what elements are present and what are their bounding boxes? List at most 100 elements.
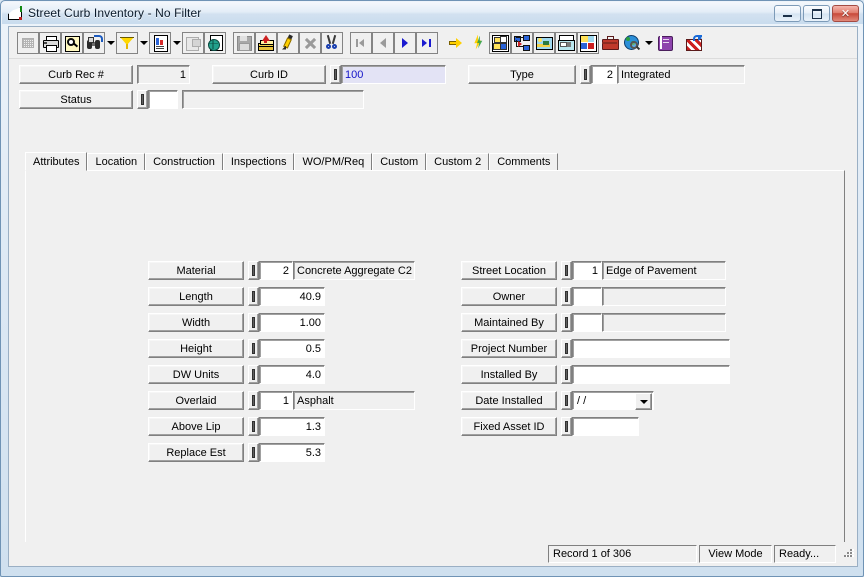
fixed-asset-id-lookup-button[interactable] <box>561 417 572 436</box>
status-lookup-button[interactable] <box>137 90 148 109</box>
web-search-button[interactable] <box>621 31 643 54</box>
cut-button[interactable] <box>321 31 343 54</box>
curb-id-lookup-button[interactable] <box>330 65 341 84</box>
web-search-dropdown-arrow[interactable] <box>643 32 654 54</box>
quick-action-button[interactable] <box>467 31 489 54</box>
street-location-label[interactable]: Street Location <box>461 261 557 280</box>
above-lip-label[interactable]: Above Lip <box>148 417 244 436</box>
map-button[interactable] <box>489 31 511 54</box>
properties-button[interactable] <box>182 31 204 54</box>
length-label[interactable]: Length <box>148 287 244 306</box>
filter-dropdown-arrow[interactable] <box>138 32 149 54</box>
project-number-label[interactable]: Project Number <box>461 339 557 358</box>
tab-construction[interactable]: Construction <box>145 153 223 171</box>
date-installed-label[interactable]: Date Installed <box>461 391 557 410</box>
installed-by-lookup-button[interactable] <box>561 365 572 384</box>
close-button[interactable]: ✕ <box>832 5 859 22</box>
width-lookup-button[interactable] <box>248 313 259 332</box>
image-button[interactable] <box>533 31 555 54</box>
width-label[interactable]: Width <box>148 313 244 332</box>
filter-button[interactable] <box>116 31 138 54</box>
briefcase-button[interactable] <box>599 31 621 54</box>
report-button[interactable] <box>149 31 171 54</box>
fax-button[interactable] <box>555 31 577 54</box>
curb-id-label[interactable]: Curb ID <box>212 65 326 84</box>
report-dropdown-arrow[interactable] <box>171 32 182 54</box>
find-button[interactable] <box>83 31 105 54</box>
material-code[interactable]: 2 <box>259 261 293 280</box>
fixed-asset-id-input[interactable] <box>572 417 639 436</box>
status-code[interactable] <box>148 90 178 109</box>
gallery-button[interactable] <box>577 31 599 54</box>
delete-record-button[interactable] <box>299 31 321 54</box>
previous-record-button[interactable] <box>372 31 394 54</box>
curb-rec-label[interactable]: Curb Rec # <box>19 65 133 84</box>
last-record-button[interactable] <box>416 31 438 54</box>
project-number-lookup-button[interactable] <box>561 339 572 358</box>
save-button[interactable] <box>233 31 255 54</box>
dw-units-input[interactable]: 4.0 <box>259 365 325 384</box>
material-label[interactable]: Material <box>148 261 244 280</box>
overlaid-label[interactable]: Overlaid <box>148 391 244 410</box>
length-input[interactable]: 40.9 <box>259 287 325 306</box>
replace-est-lookup-button[interactable] <box>248 443 259 462</box>
tab-wo-pm-req[interactable]: WO/PM/Req <box>294 153 373 171</box>
resize-grip-icon[interactable] <box>839 546 855 562</box>
width-input[interactable]: 1.00 <box>259 313 325 332</box>
installed-by-input[interactable] <box>572 365 730 384</box>
goto-button[interactable] <box>445 31 467 54</box>
overlaid-lookup-button[interactable] <box>248 391 259 410</box>
type-label[interactable]: Type <box>468 65 576 84</box>
owner-label[interactable]: Owner <box>461 287 557 306</box>
tree-view-button[interactable] <box>511 31 533 54</box>
length-lookup-button[interactable] <box>248 287 259 306</box>
height-lookup-button[interactable] <box>248 339 259 358</box>
installed-by-label[interactable]: Installed By <box>461 365 557 384</box>
date-installed-combo[interactable]: / / <box>572 391 654 410</box>
maximize-button[interactable] <box>803 5 830 22</box>
overlaid-code[interactable]: 1 <box>259 391 293 410</box>
height-input[interactable]: 0.5 <box>259 339 325 358</box>
tab-comments[interactable]: Comments <box>489 153 559 171</box>
exit-button[interactable] <box>683 31 705 54</box>
maintained-by-lookup-button[interactable] <box>561 313 572 332</box>
owner-lookup-button[interactable] <box>561 287 572 306</box>
dw-units-lookup-button[interactable] <box>248 365 259 384</box>
export-button[interactable] <box>204 31 226 54</box>
type-code[interactable]: 2 <box>591 65 617 84</box>
tab-attributes[interactable]: Attributes <box>25 152 88 171</box>
project-number-input[interactable] <box>572 339 730 358</box>
height-label[interactable]: Height <box>148 339 244 358</box>
minimize-button[interactable] <box>774 5 801 22</box>
street-location-lookup-button[interactable] <box>561 261 572 280</box>
grid-view-button[interactable] <box>17 31 39 54</box>
first-record-button[interactable] <box>350 31 372 54</box>
chevron-down-icon[interactable] <box>635 393 652 410</box>
above-lip-lookup-button[interactable] <box>248 417 259 436</box>
tab-location[interactable]: Location <box>87 153 146 171</box>
type-lookup-button[interactable] <box>580 65 591 84</box>
maintained-by-label[interactable]: Maintained By <box>461 313 557 332</box>
tab-custom-2[interactable]: Custom 2 <box>426 153 490 171</box>
edit-record-button[interactable] <box>277 31 299 54</box>
curb-id-input[interactable]: 100 <box>341 65 446 84</box>
next-record-button[interactable] <box>394 31 416 54</box>
help-book-button[interactable] <box>654 31 676 54</box>
find-dropdown-arrow[interactable] <box>105 32 116 54</box>
maintained-by-code[interactable] <box>572 313 602 332</box>
date-installed-lookup-button[interactable] <box>561 391 572 410</box>
material-lookup-button[interactable] <box>248 261 259 280</box>
owner-code[interactable] <box>572 287 602 306</box>
dw-units-label[interactable]: DW Units <box>148 365 244 384</box>
add-record-button[interactable] <box>255 31 277 54</box>
replace-est-input[interactable]: 5.3 <box>259 443 325 462</box>
tab-custom[interactable]: Custom <box>372 153 427 171</box>
above-lip-input[interactable]: 1.3 <box>259 417 325 436</box>
print-button[interactable] <box>39 31 61 54</box>
fixed-asset-id-label[interactable]: Fixed Asset ID <box>461 417 557 436</box>
street-location-code[interactable]: 1 <box>572 261 602 280</box>
replace-est-label[interactable]: Replace Est <box>148 443 244 462</box>
print-preview-button[interactable] <box>61 31 83 54</box>
tab-inspections[interactable]: Inspections <box>222 153 295 171</box>
status-label[interactable]: Status <box>19 90 133 109</box>
